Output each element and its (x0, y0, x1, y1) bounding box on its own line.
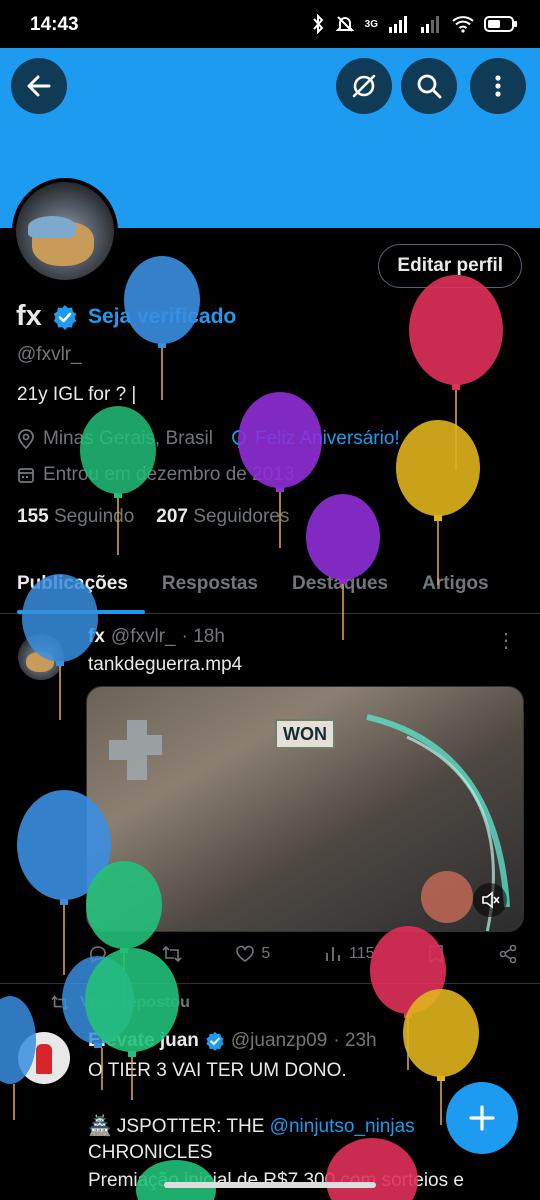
gifts-toggle-button[interactable] (336, 58, 392, 114)
repost-header: Elevate juan @juanzp09 · 23h (88, 1030, 377, 1052)
views-icon (326, 947, 340, 961)
search-icon (417, 74, 442, 99)
followers-count: 207 (156, 506, 188, 527)
views-button[interactable]: 115 (323, 944, 375, 964)
profile-bio: 21y IGL for ? | (17, 384, 137, 405)
post-more-icon[interactable]: ⋮ (496, 628, 516, 653)
status-icons: 3G (311, 14, 518, 34)
tab-highlights[interactable]: Destaques (275, 556, 405, 612)
profile-handle: @fxvlr_ (17, 344, 82, 365)
signal-2-icon (421, 16, 439, 33)
profile-joined: Entrou em dezembro de 2013 (43, 464, 295, 485)
post-video[interactable]: WON (86, 686, 524, 932)
wifi-icon (452, 16, 474, 33)
balloon-icon (232, 430, 246, 448)
reply-icon (90, 946, 106, 964)
arrow-left-icon (27, 75, 51, 97)
repost-text-line-1: O TIER 3 VAI TER UM DONO. (88, 1060, 347, 1081)
post-text: tankdeguerra.mp4 (88, 654, 243, 675)
birthday-link[interactable]: Feliz Aniversário! (231, 428, 400, 450)
reply-button[interactable] (88, 944, 108, 964)
plus-icon (469, 1105, 495, 1131)
tab-posts[interactable]: Publicações (0, 556, 145, 614)
profile-meta-joined: Entrou em dezembro de 2013 (17, 464, 294, 486)
post-author-handle: @fxvlr_ (110, 626, 176, 647)
following-count: 155 (17, 506, 49, 527)
post-author-name[interactable]: fx (88, 626, 105, 648)
profile-name: fx (16, 300, 42, 332)
balloon-red-1 (409, 275, 503, 470)
get-verified-link[interactable]: Seja verificado (88, 305, 236, 329)
share-icon (499, 944, 517, 964)
home-indicator[interactable] (164, 1182, 376, 1188)
post-avatar-face (26, 652, 54, 672)
avatar-cap (28, 216, 76, 238)
repost-avatar-figure (36, 1044, 52, 1074)
birthday-text: Feliz Aniversário! (255, 428, 400, 449)
repost-small-icon (51, 995, 69, 1011)
more-button[interactable] (470, 58, 526, 114)
silent-icon (335, 16, 355, 32)
media-won-badge: WON (275, 719, 335, 749)
signal-icon (389, 16, 407, 33)
repost-indicator: Você repostou (50, 994, 190, 1012)
status-bar: 14:43 3G (0, 0, 540, 48)
profile-avatar[interactable] (12, 178, 118, 284)
repost-author-handle: @juanzp09 (230, 1030, 328, 1051)
heart-icon (236, 945, 255, 962)
muted-speaker-icon (482, 891, 500, 909)
verified-badge-icon (53, 305, 77, 330)
post-avatar[interactable] (18, 634, 64, 680)
post-header: fx @fxvlr_ · 18h (88, 626, 225, 648)
profile-tabs: Publicações Respostas Destaques Artigos (0, 556, 540, 614)
edit-profile-button[interactable]: Editar perfil (378, 244, 522, 288)
tab-replies[interactable]: Respostas (145, 556, 275, 612)
compose-button[interactable] (446, 1082, 518, 1154)
bookmark-icon (429, 945, 444, 964)
repost-button[interactable] (161, 944, 183, 964)
repost-mention[interactable]: @ninjutso_ninjas (270, 1116, 415, 1137)
tab-articles[interactable]: Artigos (405, 556, 506, 612)
calendar-icon (18, 468, 34, 483)
game-minimap (109, 720, 162, 780)
bookmark-button[interactable] (427, 944, 445, 964)
profile-meta-location: Minas Gerais, Brasil Feliz Aniversário! (17, 428, 400, 450)
location-icon (18, 429, 34, 449)
mute-button[interactable] (473, 883, 507, 917)
battery-icon (484, 16, 517, 32)
like-button[interactable]: 5 (235, 944, 270, 964)
followers-label: Seguidores (193, 506, 290, 527)
repost-avatar[interactable] (18, 1032, 70, 1084)
repost-text-line-2-prefix: 🏯 JSPOTTER: THE (88, 1116, 270, 1137)
follow-stats: 155 Seguindo 207 Seguidores (17, 506, 289, 528)
network-type: 3G (364, 18, 378, 30)
view-count: 115 (349, 945, 375, 962)
profile-location: Minas Gerais, Brasil (43, 428, 213, 449)
status-time: 14:43 (30, 14, 79, 35)
bluetooth-icon (312, 14, 324, 34)
repost-text-line-4: Premiação inicial de R$7.300 com sorteio… (88, 1170, 464, 1191)
following-label: Seguindo (53, 506, 135, 527)
verified-badge-icon (206, 1031, 224, 1051)
followers-link[interactable]: 207 Seguidores (156, 506, 289, 528)
more-vertical-icon (495, 75, 501, 97)
repost-time: · 23h (333, 1030, 377, 1051)
repost-icon (162, 945, 182, 963)
post-actions: 5 115 (88, 944, 518, 964)
repost-label: Você repostou (80, 994, 190, 1011)
back-button[interactable] (11, 58, 67, 114)
post-time: · 18h (181, 626, 225, 647)
repost-author-name[interactable]: Elevate juan (88, 1030, 199, 1052)
no-gift-icon (352, 74, 376, 98)
following-link[interactable]: 155 Seguindo (17, 506, 134, 528)
repost-text-line-3: CHRONICLES (88, 1142, 213, 1163)
like-count: 5 (261, 945, 271, 962)
timeline-post[interactable]: fx @fxvlr_ · 18h ⋮ tankdeguerra.mp4 WON … (0, 614, 540, 984)
repost-text-line-2: 🏯 JSPOTTER: THE @ninjutso_ninjas (88, 1114, 415, 1138)
search-button[interactable] (401, 58, 457, 114)
share-button[interactable] (498, 944, 518, 964)
